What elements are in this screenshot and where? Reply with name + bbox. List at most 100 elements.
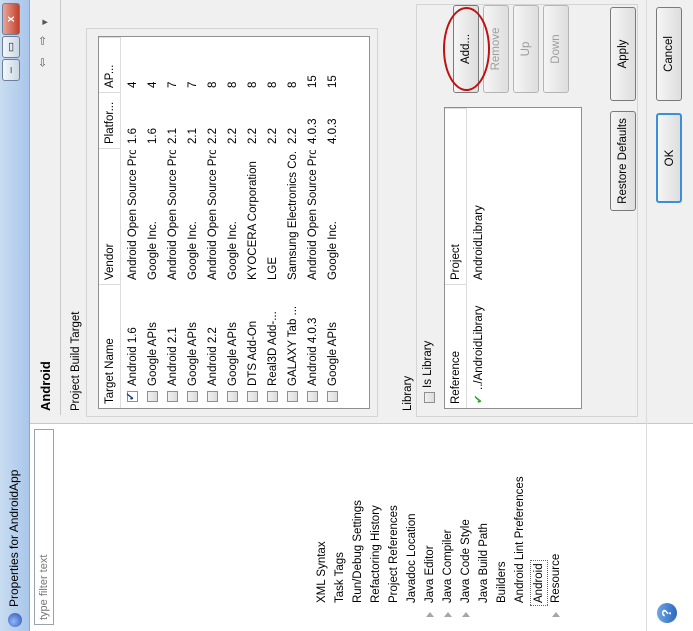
target-api-cell: 8 [267, 81, 279, 88]
target-vendor-cell: Android Open Source Project [307, 150, 319, 280]
restore-button[interactable]: ▭ [2, 36, 20, 58]
target-vendor-cell: Google Inc. [187, 221, 199, 280]
build-target-table[interactable]: Target NameVendorPlatfor...AP... Android … [98, 36, 370, 409]
header-separator [60, 0, 61, 415]
target-name-cell: Android 1.6 [127, 327, 139, 386]
target-platform-cell: 4.0.3 [327, 118, 339, 144]
target-name-cell: Android 2.1 [167, 327, 179, 386]
expand-arrow-icon[interactable] [462, 612, 470, 617]
back-arrow-icon[interactable]: ⇦ [36, 58, 49, 67]
tree-item[interactable]: Android [530, 560, 548, 606]
forward-arrow-icon[interactable]: ⇨ [36, 36, 49, 45]
page-title: Android [38, 361, 53, 411]
target-checkbox[interactable] [207, 391, 218, 402]
target-name-cell: Android 2.2 [207, 327, 219, 386]
target-checkbox[interactable] [167, 391, 178, 402]
tree-item[interactable]: Javadoc Location [404, 513, 420, 603]
move-down-button[interactable]: Down [543, 5, 569, 93]
move-up-button[interactable]: Up [513, 5, 539, 93]
apply-button[interactable]: Apply [610, 7, 636, 101]
target-platform-cell: 2.2 [287, 128, 299, 144]
eclipse-app-icon [8, 613, 22, 627]
tree-item[interactable]: XML Syntax [314, 541, 330, 603]
target-name-cell: Android 4.0.3 [307, 317, 319, 386]
target-checkbox[interactable] [247, 391, 258, 402]
help-icon[interactable]: ? [657, 603, 677, 623]
properties-dialog: Properties for AndroidApp – ▭ x Resource… [0, 0, 693, 631]
tree-item[interactable]: Java Build Path [476, 523, 492, 603]
library-label: Library [402, 375, 414, 411]
target-name-cell: Google APIs [227, 322, 239, 386]
target-api-cell: 15 [327, 75, 339, 88]
target-checkbox[interactable] [287, 391, 298, 402]
column-header[interactable]: Vendor [99, 148, 121, 284]
target-platform-cell: 2.2 [267, 128, 279, 144]
target-platform-cell: 1.6 [127, 128, 139, 144]
target-checkbox[interactable] [307, 391, 318, 402]
target-checkbox[interactable] [267, 391, 278, 402]
target-api-cell: 7 [187, 81, 199, 88]
library-reference-cell[interactable]: ../AndroidLibrary [469, 286, 489, 390]
tree-item[interactable]: Java Code Style [458, 519, 474, 603]
column-header[interactable]: AP... [99, 37, 121, 92]
build-target-label: Project Build Target [70, 311, 82, 411]
window-title: Properties for AndroidApp [7, 469, 21, 607]
target-checkbox[interactable] [147, 391, 158, 402]
target-vendor-cell: LGE [267, 256, 279, 280]
target-checkbox[interactable] [327, 391, 338, 402]
target-name-cell: GALAXY Tab ... [287, 305, 299, 386]
target-platform-cell: 1.6 [147, 128, 159, 144]
title-bar[interactable]: Properties for AndroidApp – ▭ x [0, 0, 30, 631]
target-platform-cell: 2.2 [227, 128, 239, 144]
expand-arrow-icon[interactable] [444, 612, 452, 617]
target-vendor-cell: Google Inc. [147, 221, 159, 280]
is-library-checkbox[interactable] [424, 392, 435, 403]
target-name-cell: DTS Add-On [247, 320, 259, 386]
target-api-cell: 8 [227, 81, 239, 88]
target-name-cell: Google APIs [327, 322, 339, 386]
target-api-cell: 4 [147, 81, 159, 88]
target-checkbox[interactable] [127, 391, 138, 402]
tree-item[interactable]: Builders [494, 561, 510, 603]
tree-item[interactable]: Resource [548, 554, 564, 603]
column-header[interactable]: Platfor... [99, 92, 121, 148]
target-checkbox[interactable] [227, 391, 238, 402]
minimize-button[interactable]: – [2, 59, 20, 81]
column-header[interactable]: Reference [445, 284, 467, 408]
column-header[interactable]: Target Name [99, 284, 121, 408]
view-menu-icon[interactable]: ▾ [38, 19, 51, 25]
target-name-cell: Google APIs [187, 322, 199, 386]
target-platform-cell: 2.1 [187, 128, 199, 144]
target-api-cell: 8 [207, 81, 219, 88]
filter-input[interactable] [34, 429, 54, 625]
target-vendor-cell: KYOCERA Corporation [247, 161, 259, 280]
column-header[interactable]: Project [445, 108, 467, 284]
target-platform-cell: 2.2 [247, 128, 259, 144]
valid-check-icon: ✔ [473, 394, 485, 404]
target-vendor-cell: Google Inc. [227, 221, 239, 280]
target-platform-cell: 2.1 [167, 128, 179, 144]
target-vendor-cell: Android Open Source Project [207, 150, 219, 280]
target-api-cell: 15 [307, 75, 319, 88]
target-checkbox[interactable] [187, 391, 198, 402]
tree-item[interactable]: Project References [386, 505, 402, 603]
ok-button[interactable]: OK [656, 113, 682, 203]
tree-item[interactable]: Run/Debug Settings [350, 500, 366, 603]
cancel-button[interactable]: Cancel [656, 7, 682, 101]
tree-item[interactable]: Task Tags [332, 552, 348, 603]
target-api-cell: 8 [287, 81, 299, 88]
expand-arrow-icon[interactable] [426, 612, 434, 617]
footer-separator [646, 0, 647, 631]
target-vendor-cell: Android Open Source Project [167, 150, 179, 280]
close-button[interactable]: x [2, 3, 20, 35]
target-platform-cell: 4.0.3 [307, 118, 319, 144]
target-vendor-cell: Android Open Source Project [127, 150, 139, 280]
tree-item[interactable]: Android Lint Preferences [512, 476, 528, 603]
tree-item[interactable]: Java Editor [422, 545, 438, 603]
restore-defaults-button[interactable]: Restore Defaults [610, 111, 636, 211]
target-name-cell: Real3D Add-... [267, 311, 279, 386]
expand-arrow-icon[interactable] [552, 612, 560, 617]
library-table[interactable]: Reference Project ✔ ../AndroidLibrary Androi… [444, 107, 582, 409]
tree-item[interactable]: Java Compiler [440, 530, 456, 604]
tree-item[interactable]: Refactoring History [368, 505, 384, 603]
